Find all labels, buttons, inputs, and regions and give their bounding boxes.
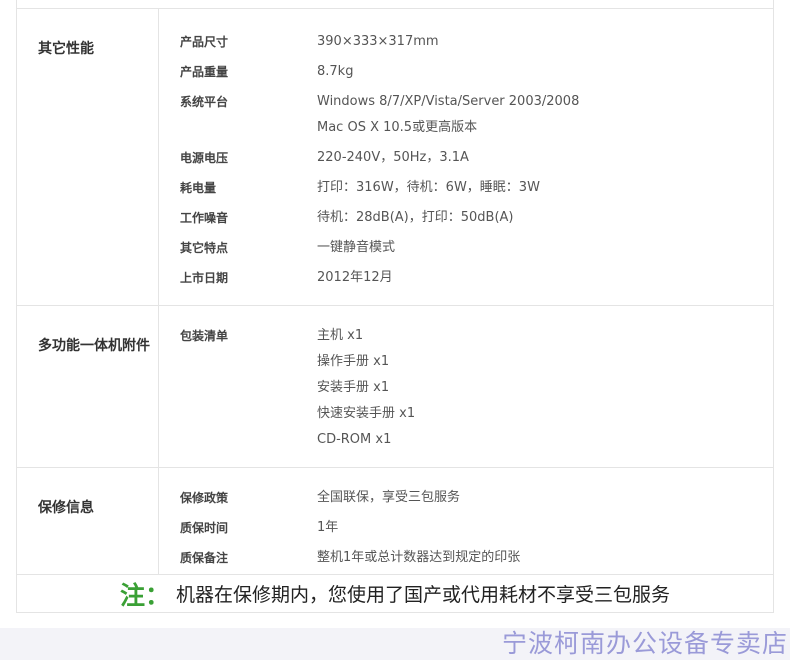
spec-value: 整机1年或总计数器达到规定的印张: [317, 550, 521, 565]
spec-value: 操作手册 x1: [317, 354, 390, 369]
spec-value: 一键静音模式: [317, 240, 396, 255]
spec-value: 安装手册 x1: [317, 380, 390, 395]
warranty-notice: 注： 机器在保修期内，您使用了国产或代用耗材不享受三包服务: [17, 575, 773, 612]
spec-value: 待机：28dB(A)，打印：50dB(A): [317, 210, 514, 225]
spec-value: 220-240V，50Hz，3.1A: [317, 150, 469, 165]
notice-label: 注：: [119, 580, 170, 610]
spec-label: 质保备注: [180, 551, 229, 565]
spec-label: 上市日期: [180, 271, 229, 285]
spec-label: 质保时间: [180, 521, 229, 535]
spec-value: 快速安装手册 x1: [317, 406, 416, 421]
spec-value: 8.7kg: [317, 64, 354, 79]
notice-text: 机器在保修期内，您使用了国产或代用耗材不享受三包服务: [176, 584, 671, 606]
spec-value: Windows 8/7/XP/Vista/Server 2003/2008: [317, 94, 580, 109]
store-name-watermark: 宁波柯南办公设备专卖店: [501, 629, 788, 658]
section-warranty: 保修信息 保修政策 全国联保，享受三包服务 质保时间 1年 质保备注 整机1年或…: [17, 468, 773, 575]
section-other-performance: 其它性能 产品尺寸 390×333×317mm 产品重量 8.7kg 系统平台 …: [17, 8, 773, 306]
spec-label: 产品重量: [180, 65, 229, 79]
section-title: 多功能一体机附件: [17, 306, 159, 467]
spec-label: 系统平台: [180, 95, 229, 109]
spec-label: 包装清单: [180, 329, 229, 343]
spec-label: 电源电压: [180, 151, 229, 165]
section-accessories: 多功能一体机附件 包装清单 主机 x1 操作手册 x1 安装手册 x1 快速安装…: [17, 306, 773, 468]
spec-label: 耗电量: [180, 181, 217, 195]
spec-label: 工作噪音: [180, 211, 229, 225]
section-title: 其它性能: [17, 9, 159, 305]
section-title: 保修信息: [17, 468, 159, 574]
spec-value: 390×333×317mm: [317, 34, 439, 49]
spec-value: Mac OS X 10.5或更高版本: [317, 120, 478, 135]
spec-value: 打印：316W，待机：6W，睡眠：3W: [317, 180, 540, 195]
spec-value: 1年: [317, 520, 339, 535]
spec-value: 全国联保，享受三包服务: [317, 490, 461, 505]
spec-label: 其它特点: [180, 241, 229, 255]
spec-value: 主机 x1: [317, 328, 364, 343]
spec-label: 产品尺寸: [180, 35, 229, 49]
spec-label: 保修政策: [180, 491, 229, 505]
spec-value: 2012年12月: [317, 270, 393, 285]
spec-value: CD-ROM x1: [317, 432, 392, 447]
spec-table: 其它性能 产品尺寸 390×333×317mm 产品重量 8.7kg 系统平台 …: [16, 0, 774, 613]
